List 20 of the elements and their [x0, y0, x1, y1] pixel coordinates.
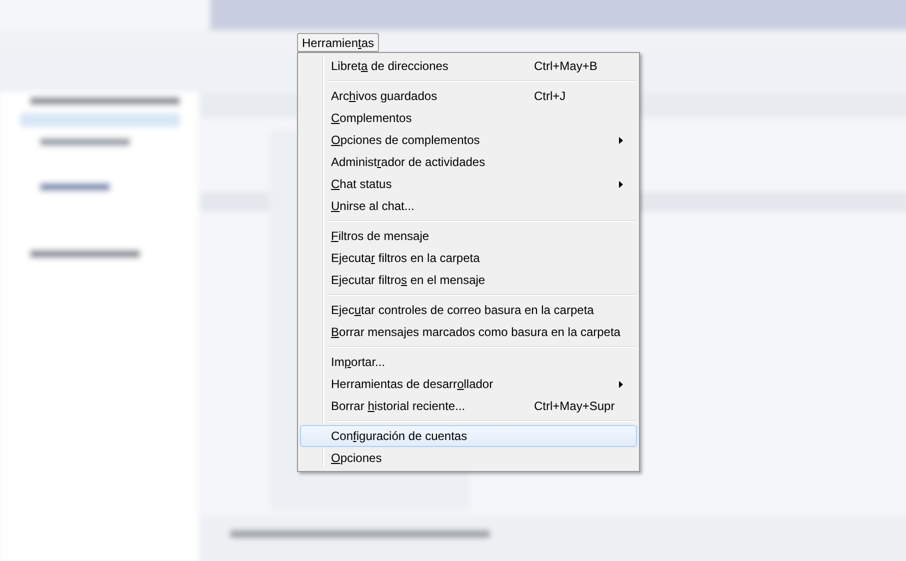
menu-item[interactable]: Administrador de actividades	[300, 151, 637, 173]
menu-item[interactable]: Borrar historial reciente... Ctrl+May+Supr	[300, 395, 637, 417]
menu-item[interactable]: Opciones de complementos	[300, 129, 637, 151]
menu-bar-item[interactable]: Herramientas	[297, 33, 380, 52]
menu-item[interactable]: Ejecutar filtros en el mensaje	[300, 269, 637, 291]
menu-item[interactable]: Complementos	[300, 107, 637, 129]
menu-item[interactable]: Ejecutar filtros en la carpeta	[300, 247, 637, 269]
menu-item[interactable]: Unirse al chat...	[300, 195, 637, 217]
menu-item[interactable]: Borrar mensajes marcados como basura en la carpeta	[300, 321, 637, 343]
menu-item[interactable]: Archivos guardados Ctrl+J	[300, 85, 637, 107]
menu-item[interactable]: Herramientas de desarrollador	[300, 373, 637, 395]
menu-item[interactable]: Importar...	[300, 351, 637, 373]
menu-item[interactable]: Configuración de cuentas	[300, 425, 637, 447]
menu-item[interactable]: Chat status	[300, 173, 637, 195]
menu-item[interactable]: Filtros de mensaje	[300, 225, 637, 247]
menu-item[interactable]: Ejecutar controles de correo basura en la carpeta	[300, 299, 637, 321]
shortcut-label: Ctrl+May+Supr	[534, 398, 616, 415]
shortcut-label: Ctrl+May+B	[534, 58, 598, 75]
shortcut-label: Ctrl+J	[534, 88, 567, 105]
menu-item[interactable]: Opciones	[300, 447, 637, 469]
